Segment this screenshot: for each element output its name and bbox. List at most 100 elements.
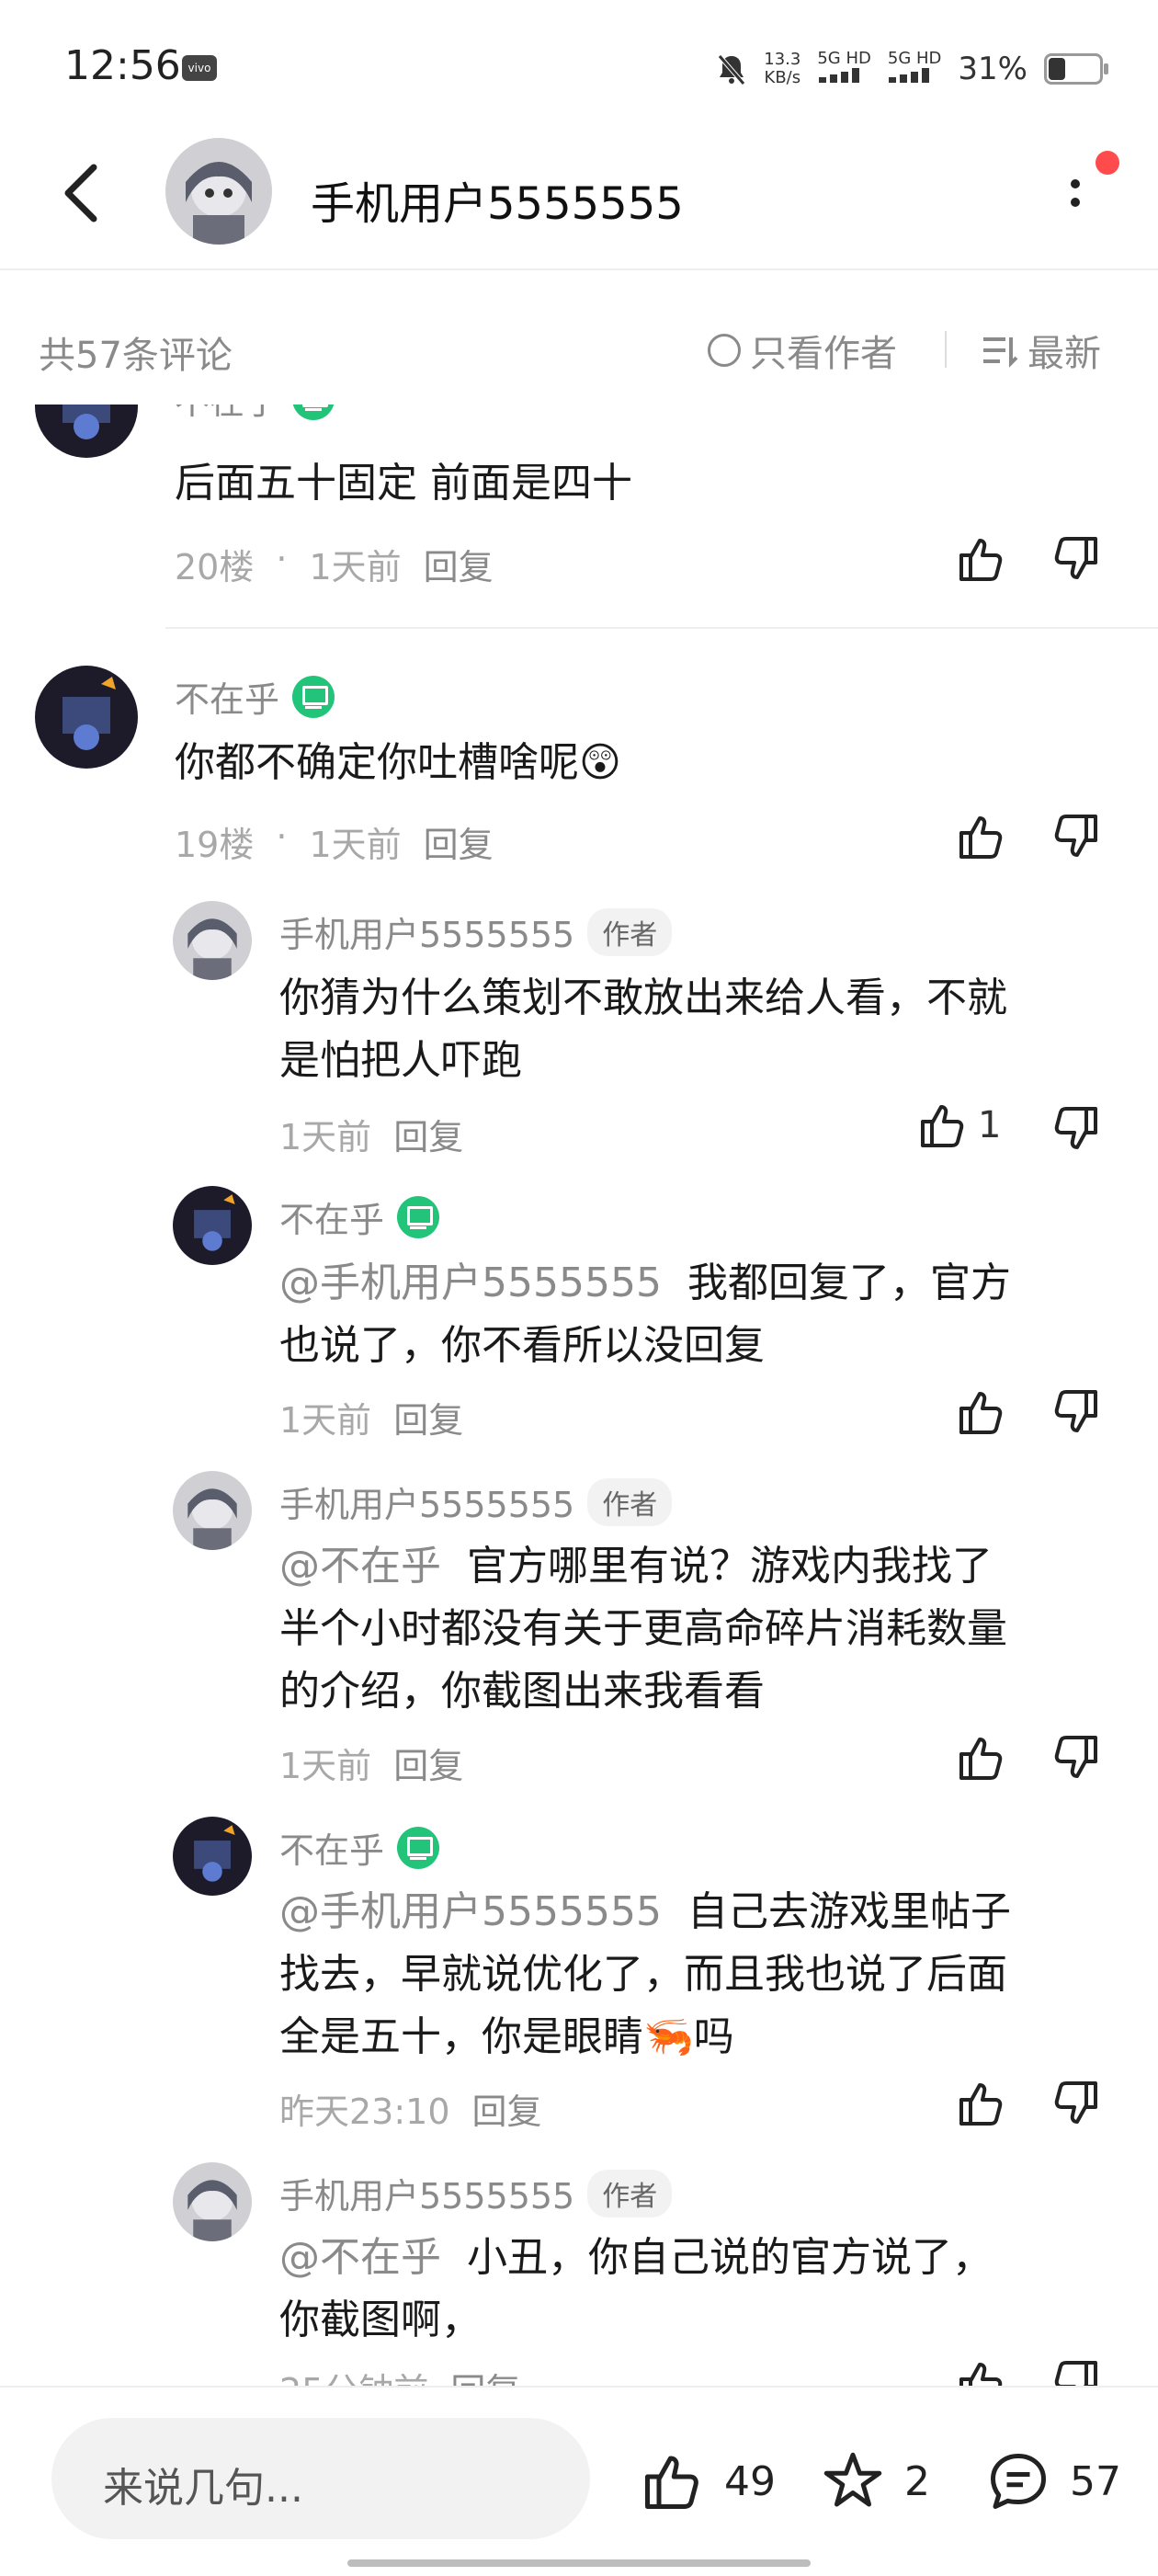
mute-bell-icon xyxy=(718,53,746,85)
avatar[interactable] xyxy=(173,901,252,980)
reply-button[interactable]: 回复 xyxy=(472,2083,542,2134)
username[interactable]: 不在乎 xyxy=(279,1191,384,1242)
header-divider xyxy=(0,268,1158,270)
author-avatar[interactable] xyxy=(165,138,272,245)
thumb-up-icon[interactable] xyxy=(638,2449,708,2513)
thumb-up-icon[interactable] xyxy=(956,533,1007,585)
reply-author[interactable]: 手机用户5555555 作者 xyxy=(279,1476,673,1527)
reply-button[interactable]: 回复 xyxy=(393,1109,463,1159)
favorite-button[interactable]: 2 xyxy=(818,2449,930,2513)
mention-link[interactable]: @不在乎 xyxy=(279,2234,441,2281)
thumb-down-icon[interactable] xyxy=(1050,533,1101,585)
avatar[interactable] xyxy=(173,2162,252,2241)
comments-button[interactable]: 57 xyxy=(983,2449,1121,2513)
thumb-up-icon[interactable] xyxy=(917,1100,969,1151)
sort-icon xyxy=(983,337,1018,368)
comment-text: 你都不确定你吐槽啥呢😲 xyxy=(175,739,621,786)
username[interactable]: 不在乎 xyxy=(279,1822,384,1873)
floor-number: 19楼 xyxy=(175,825,255,865)
reply-text-line: 你猜为什么策划不敢放出来给人看，不就 xyxy=(279,975,1007,1021)
reply-text: 你猜为什么策划不敢放出来给人看，不就 是怕把人吓跑 xyxy=(279,967,1107,1092)
like-button[interactable]: 1 xyxy=(917,1100,1001,1151)
reply-text-line: 的介绍，你截图出来我看看 xyxy=(279,1668,765,1715)
thumb-up-icon[interactable] xyxy=(956,2078,1007,2129)
reply-meta: 1天前 回复 xyxy=(279,1738,463,1788)
comment-time: 1天前 xyxy=(309,547,402,587)
reply-author[interactable]: 手机用户5555555 作者 xyxy=(279,2168,673,2218)
back-arrow-icon[interactable] xyxy=(51,156,116,230)
page-title: 手机用户5555555 xyxy=(311,178,684,230)
reply-button[interactable]: 回复 xyxy=(424,816,494,867)
avatar[interactable] xyxy=(173,1186,252,1265)
comment-list[interactable]: 不在乎 后面五十固定 前面是四十 20楼 · 1天前 回复 不在乎 你都不确定你… xyxy=(0,405,1158,2386)
comment-time: 1天前 xyxy=(309,825,402,865)
reply-text: @不在乎 小丑，你自己说的官方说了， 你截图啊， xyxy=(279,2227,1107,2352)
avatar[interactable] xyxy=(35,405,138,458)
sim1-label: 5G HD xyxy=(817,49,871,68)
thumb-up-icon[interactable] xyxy=(956,1386,1007,1438)
net-speed: 13.3 KB/s xyxy=(764,49,801,87)
reply-button[interactable]: 回复 xyxy=(450,2363,520,2386)
more-vertical-icon[interactable] xyxy=(1048,165,1103,221)
thumb-down-icon[interactable] xyxy=(1050,811,1101,862)
thumb-down-icon[interactable] xyxy=(1050,2078,1101,2129)
floor-number: 20楼 xyxy=(175,547,255,587)
battery-percent: 31% xyxy=(958,50,1027,87)
signal-icon xyxy=(889,68,930,83)
reply-text-line: 全是五十，你是眼睛🦐吗 xyxy=(279,2013,734,2060)
username[interactable]: 不在乎 xyxy=(175,671,279,722)
avatar[interactable] xyxy=(173,1817,252,1896)
only-author-label: 只看作者 xyxy=(750,333,897,375)
thumb-down-icon[interactable] xyxy=(1050,1386,1101,1438)
username[interactable]: 手机用户5555555 xyxy=(279,1476,574,1527)
thumb-up-icon[interactable] xyxy=(956,1732,1007,1784)
mention-link[interactable]: @手机用户5555555 xyxy=(279,1260,662,1306)
reply-meta: 1天前 回复 xyxy=(279,1109,463,1159)
computer-badge-icon xyxy=(397,1826,440,1869)
star-icon[interactable] xyxy=(818,2449,888,2513)
computer-badge-icon xyxy=(397,1195,440,1238)
reply-button[interactable]: 回复 xyxy=(393,1738,463,1788)
reply-text-line: 官方哪里有说？游戏内我找了 xyxy=(466,1543,993,1590)
reply-text-line: 你截图啊， xyxy=(279,2297,482,2343)
comment-author[interactable]: 不在乎 xyxy=(175,405,335,424)
sort-button[interactable]: 最新 xyxy=(980,324,1101,377)
thumb-down-icon[interactable] xyxy=(1050,1732,1101,1784)
radio-icon[interactable] xyxy=(708,334,741,367)
username[interactable]: 手机用户5555555 xyxy=(279,2168,574,2218)
username[interactable]: 不在乎 xyxy=(175,405,279,424)
comment-time: 25分钟前 xyxy=(279,2363,428,2386)
thumb-down-icon[interactable] xyxy=(1050,2357,1101,2386)
comment-meta: 20楼 · 1天前 回复 xyxy=(175,539,494,589)
comment-author[interactable]: 不在乎 xyxy=(175,671,335,722)
sim1-signal: 5G HD xyxy=(817,50,871,87)
comment-bubble-icon[interactable] xyxy=(983,2449,1053,2513)
net-speed-value: 13.3 xyxy=(764,49,801,69)
reply-button[interactable]: 回复 xyxy=(424,539,494,589)
avatar[interactable] xyxy=(35,666,138,769)
mention-link[interactable]: @不在乎 xyxy=(279,1543,441,1590)
reply-button[interactable]: 回复 xyxy=(393,1392,463,1442)
thumb-up-icon[interactable] xyxy=(956,811,1007,862)
reply-author[interactable]: 手机用户5555555 作者 xyxy=(279,906,673,957)
avatar[interactable] xyxy=(173,1471,252,1550)
only-author-toggle[interactable]: 只看作者 xyxy=(708,324,897,377)
reply-author[interactable]: 不在乎 xyxy=(279,1191,440,1242)
author-tag: 作者 xyxy=(587,1477,673,1526)
reply-author[interactable]: 不在乎 xyxy=(279,1822,440,1873)
username[interactable]: 手机用户5555555 xyxy=(279,906,574,957)
thumb-down-icon[interactable] xyxy=(1050,1103,1101,1155)
reply-text-line: 自己去游戏里帖子 xyxy=(687,1888,1011,1935)
home-indicator[interactable] xyxy=(347,2559,811,2567)
like-post-button[interactable]: 49 xyxy=(638,2449,776,2513)
status-time: 12:56 xyxy=(64,42,181,89)
reply-meta: 昨天23:10 回复 xyxy=(279,2083,542,2134)
mention-link[interactable]: @手机用户5555555 xyxy=(279,1888,662,1935)
battery-icon xyxy=(1044,52,1108,85)
carrier-badge: vivo xyxy=(182,55,217,81)
thumb-up-icon[interactable] xyxy=(956,2357,1007,2386)
reply-text: @不在乎 官方哪里有说？游戏内我找了 半个小时都没有关于更高命碎片消耗数量 的介… xyxy=(279,1535,1107,1723)
battery-level xyxy=(1049,57,1065,80)
comment-input-placeholder[interactable]: 来说几句... xyxy=(103,2455,303,2513)
sim2-label: 5G HD xyxy=(887,49,942,68)
